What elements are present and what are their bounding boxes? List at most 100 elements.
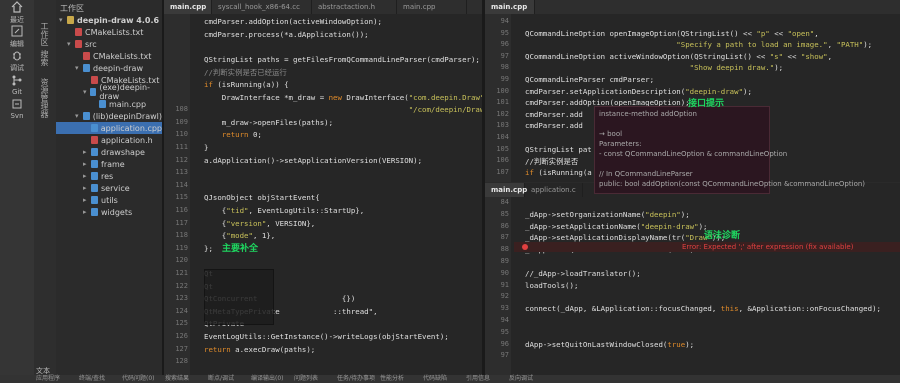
- left-editor[interactable]: cmdParser.addOption(activeWindowOption);…: [164, 14, 482, 375]
- editor-tab[interactable]: main.cpp: [485, 183, 527, 197]
- tree-item[interactable]: main.cpp: [56, 98, 162, 110]
- tree-item[interactable]: ▾ deepin-draw: [56, 62, 162, 74]
- code-line[interactable]: EventLogUtils::GetInstance()->writeLogs(…: [204, 332, 449, 341]
- code-line[interactable]: QStringList pat: [525, 145, 592, 154]
- side-tab[interactable]: 工作区: [39, 22, 50, 46]
- activity-home[interactable]: 最近: [0, 1, 34, 24]
- line-number: 95: [500, 327, 509, 336]
- tree-item[interactable]: ▾ (lib)deepinDrawl): [56, 110, 162, 122]
- tree-arrow-icon[interactable]: ▾: [67, 40, 75, 48]
- code-line[interactable]: "Show deepin draw.");: [525, 63, 783, 72]
- tree-arrow-icon[interactable]: ▾: [75, 64, 83, 72]
- code-line[interactable]: cmdParser.process(*a.dApplication());: [204, 30, 369, 39]
- code-line[interactable]: //判断实例是否已经运行: [204, 67, 287, 78]
- editor-tab[interactable]: main.cpp: [397, 0, 467, 14]
- tree-item[interactable]: ▾ deepin-draw 4.0.6: [56, 14, 162, 26]
- bottom-tab[interactable]: 性能分析: [380, 375, 404, 383]
- line-number: 97: [500, 351, 509, 360]
- tree-arrow-icon[interactable]: ▸: [83, 208, 91, 216]
- bottom-tab[interactable]: 编译输出(0): [251, 375, 284, 383]
- bottom-tab[interactable]: 应用程序: [36, 375, 60, 383]
- bottom-tab[interactable]: 终端/查找: [79, 375, 105, 383]
- code-line[interactable]: //_dApp->loadTranslator();: [525, 269, 641, 278]
- code-line[interactable]: cmdParser.add: [525, 110, 583, 119]
- tree-arrow-icon[interactable]: ▾: [59, 16, 67, 24]
- home-icon: [11, 1, 23, 15]
- code-line[interactable]: return a.execDraw(paths);: [204, 345, 315, 354]
- editor-tab[interactable]: application.c: [525, 183, 583, 197]
- code-line[interactable]: QCommandLineOption activeWindowOption(QS…: [525, 52, 832, 61]
- code-line[interactable]: DrawInterface *m_draw = new DrawInterfac…: [204, 93, 482, 102]
- bottom-tab[interactable]: 反向调试: [509, 375, 533, 383]
- bottom-tab[interactable]: 任务/待办事项: [337, 375, 375, 383]
- tree-item[interactable]: application.h: [56, 134, 162, 146]
- activity-svn[interactable]: Svn: [0, 98, 34, 120]
- code-line[interactable]: a.dApplication()->setApplicationVersion(…: [204, 156, 422, 165]
- code-line[interactable]: if (isRunning(a)) {: [204, 80, 289, 89]
- tree-arrow-icon[interactable]: ▸: [83, 196, 91, 204]
- code-line[interactable]: cmdParser.setApplicationDescription("dee…: [525, 87, 752, 96]
- tree-item[interactable]: CMakeLists.txt: [56, 50, 162, 62]
- code-line[interactable]: "Specify a path to load an image.", "PAT…: [525, 40, 872, 49]
- code-line[interactable]: "/com/deepin/Draw", QDBusConnection::ses…: [204, 105, 482, 114]
- activity-git[interactable]: Git: [0, 74, 34, 96]
- bottom-tab[interactable]: 代码问题(0): [122, 375, 155, 383]
- code-line[interactable]: if (isRunning(a: [525, 168, 592, 177]
- code-line[interactable]: connect(_dApp, &LApplication::focusChang…: [525, 304, 881, 313]
- tree-item[interactable]: ▸ frame: [56, 158, 162, 170]
- editor-tab[interactable]: main.cpp: [485, 0, 535, 14]
- activity-label: Svn: [10, 112, 24, 120]
- tree-item[interactable]: ▸ drawshape: [56, 146, 162, 158]
- activity-bug[interactable]: 调试: [0, 50, 34, 72]
- tree-item[interactable]: ▾ (exe)deepin-draw: [56, 83, 162, 101]
- tree-arrow-icon[interactable]: ▸: [83, 148, 91, 156]
- tree-item[interactable]: CMakeLists.txt: [56, 26, 162, 38]
- code-line[interactable]: {"version", VERSION},: [204, 219, 315, 228]
- file-icon: [91, 148, 98, 156]
- editor-tab[interactable]: abstractaction.h: [312, 0, 397, 14]
- bottom-tab[interactable]: 问题列表: [294, 375, 318, 383]
- code-line[interactable]: }: [204, 143, 208, 152]
- code-line[interactable]: _dApp->setOrganizationName("deepin");: [525, 210, 690, 219]
- line-number: 91: [500, 280, 509, 289]
- side-tab[interactable]: 搜索: [39, 50, 50, 66]
- code-line[interactable]: _dApp->setApplicationName("deepin-draw")…: [525, 222, 707, 231]
- tree-item[interactable]: ▸ widgets: [56, 206, 162, 218]
- tree-arrow-icon[interactable]: ▾: [75, 112, 83, 120]
- code-line[interactable]: //判断实例是否: [525, 156, 578, 167]
- side-tab[interactable]: 资源管理器: [39, 78, 50, 118]
- bottom-tab[interactable]: 代码缺陷: [423, 375, 447, 383]
- code-line[interactable]: cmdParser.add: [525, 121, 583, 130]
- tree-item[interactable]: application.cpp: [56, 122, 162, 134]
- tree-arrow-icon[interactable]: ▾: [83, 88, 90, 96]
- editor-tab[interactable]: main.cpp: [164, 0, 212, 14]
- tree-item[interactable]: ▸ utils: [56, 194, 162, 206]
- editor-tab[interactable]: syscall_hook_x86-64.cc: [212, 0, 312, 14]
- code-line[interactable]: {"tid", EventLogUtils::StartUp},: [204, 206, 364, 215]
- activity-edit[interactable]: 编辑: [0, 25, 34, 48]
- error-dot-icon[interactable]: [522, 244, 528, 250]
- right-bottom-editor[interactable]: 84 85 _dApp->setOrganizationName("deepin")…: [485, 197, 900, 375]
- code-line[interactable]: dApp->setQuitOnLastWindowClosed(true);: [525, 340, 694, 349]
- code-line[interactable]: QStringList paths = getFilesFromQCommand…: [204, 55, 480, 64]
- code-line[interactable]: {"mode", 1},: [204, 231, 275, 240]
- tree-item-label: drawshape: [101, 147, 145, 157]
- tree-arrow-icon[interactable]: ▸: [83, 172, 91, 180]
- code-line[interactable]: loadTools();: [525, 281, 578, 290]
- code-line[interactable]: QCommandLineOption openImageOption(QStri…: [525, 29, 819, 38]
- code-line[interactable]: m_draw->openFiles(paths);: [204, 118, 333, 127]
- bottom-tab[interactable]: 引用信息: [466, 375, 490, 383]
- completion-popup[interactable]: [204, 269, 274, 325]
- bottom-tab[interactable]: 搜索结果: [165, 375, 189, 383]
- code-line[interactable]: QJsonObject objStartEvent{: [204, 193, 320, 202]
- bottom-tab[interactable]: 断点/调试: [208, 375, 234, 383]
- tree-arrow-icon[interactable]: ▸: [83, 160, 91, 168]
- tree-item[interactable]: ▸ service: [56, 182, 162, 194]
- tree-item[interactable]: ▸ res: [56, 170, 162, 182]
- code-line[interactable]: };: [204, 244, 213, 253]
- tree-item[interactable]: ▾ src: [56, 38, 162, 50]
- code-line[interactable]: QCommandLineParser cmdParser;: [525, 75, 654, 84]
- code-line[interactable]: return 0;: [204, 130, 262, 139]
- code-line[interactable]: cmdParser.addOption(activeWindowOption);: [204, 17, 382, 26]
- tree-arrow-icon[interactable]: ▸: [83, 184, 91, 192]
